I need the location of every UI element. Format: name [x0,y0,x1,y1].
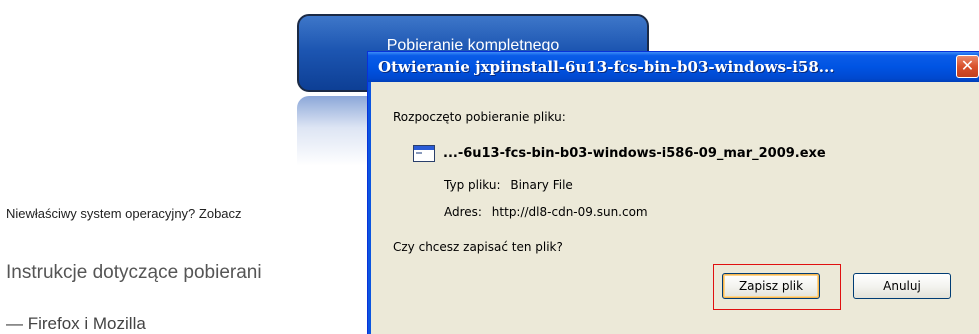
file-type-value: Binary File [510,178,573,192]
download-dialog: Otwieranie jxpiinstall-6u13-fcs-bin-b03-… [367,51,979,334]
address-row: Adres: http://dl8-cdn-09.sun.com [444,205,648,219]
save-file-button[interactable]: Zapisz plik [722,273,820,299]
file-name: ...-6u13-fcs-bin-b03-windows-i586-09_mar… [443,145,826,161]
dialog-titlebar[interactable]: Otwieranie jxpiinstall-6u13-fcs-bin-b03-… [368,52,979,82]
wrong-os-text: Niewłaściwy system operacyjny? Zobacz [6,206,242,221]
instructions-heading: Instrukcje dotyczące pobierani [6,262,262,283]
close-icon[interactable]: ✕ [956,55,979,78]
dialog-title: Otwieranie jxpiinstall-6u13-fcs-bin-b03-… [378,58,835,76]
file-type-label: Typ pliku: [444,178,501,192]
address-value: http://dl8-cdn-09.sun.com [491,205,648,219]
application-window-icon [413,144,435,162]
cancel-button[interactable]: Anuluj [853,273,951,299]
save-question: Czy chcesz zapisać ten plik? [393,240,563,254]
address-label: Adres: [444,205,482,219]
dialog-body: Rozpoczęto pobieranie pliku: ...-6u13-fc… [371,82,979,334]
download-button-label: Pobieranie kompletnego [386,37,560,54]
file-row: ...-6u13-fcs-bin-b03-windows-i586-09_mar… [413,142,826,164]
download-started-text: Rozpoczęto pobieranie pliku: [393,110,566,124]
browser-page: Pobieranie kompletnego Niewłaściwy syste… [0,0,979,334]
firefox-mozilla-line: — Firefox i Mozilla [6,314,146,333]
file-type-row: Typ pliku: Binary File [444,178,573,192]
